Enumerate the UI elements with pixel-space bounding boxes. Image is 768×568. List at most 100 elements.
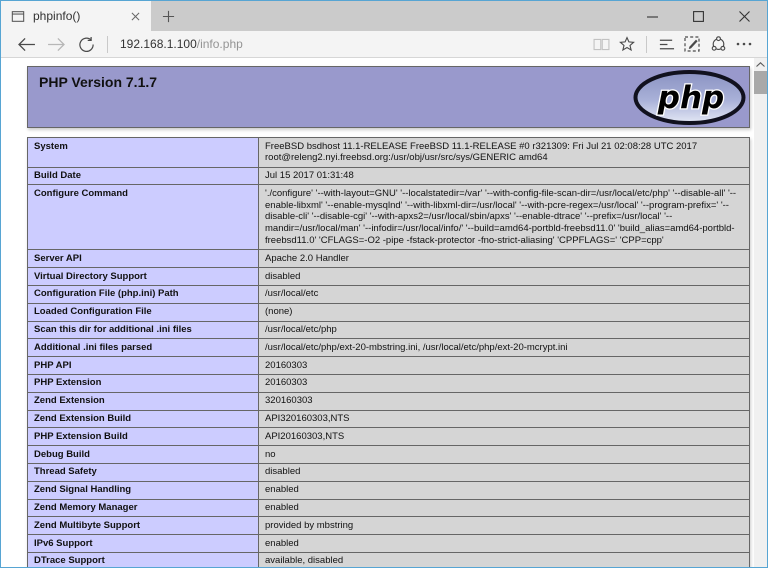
row-value: FreeBSD bsdhost 11.1-RELEASE FreeBSD 11.… [258, 137, 750, 168]
row-value: Jul 15 2017 01:31:48 [258, 166, 750, 186]
row-value: enabled [258, 498, 750, 518]
row-label: Zend Extension [27, 391, 259, 411]
table-row: DTrace Support available, disabled [27, 551, 750, 567]
table-row: Server API Apache 2.0 Handler [27, 249, 750, 269]
row-value: API20160303,NTS [258, 427, 750, 447]
table-row: Zend Signal Handling enabled [27, 480, 750, 500]
share-icon[interactable] [705, 31, 731, 57]
tab-close-icon[interactable] [127, 8, 143, 24]
page-content: PHP Version 7.1.7 php System FreeBSD bsd… [1, 58, 767, 567]
row-value: enabled [258, 534, 750, 553]
more-options-icon[interactable] [731, 31, 757, 57]
url-path: /info.php [196, 37, 243, 51]
row-label: IPv6 Support [27, 534, 259, 553]
row-value: disabled [258, 267, 750, 286]
phpinfo-table-body: System FreeBSD bsdhost 11.1-RELEASE FreeB… [27, 137, 750, 567]
maximize-button[interactable] [675, 1, 721, 31]
row-label: Configure Command [27, 184, 259, 251]
row-label: Zend Extension Build [27, 409, 259, 429]
scrollbar-thumb[interactable] [754, 71, 767, 94]
url-host: 192.168.1.100 [120, 37, 197, 51]
toolbar-separator [107, 35, 108, 53]
tab-title: phpinfo() [33, 9, 81, 23]
favorites-star-icon[interactable] [614, 31, 640, 57]
row-label: Server API [27, 249, 259, 269]
row-value: API320160303,NTS [258, 409, 750, 429]
row-label: Thread Safety [27, 462, 259, 482]
row-label: Scan this dir for additional .ini files [27, 320, 259, 340]
row-value: 20160303 [258, 373, 750, 393]
phpinfo-table: System FreeBSD bsdhost 11.1-RELEASE FreeB… [27, 137, 750, 567]
reading-view-icon[interactable] [588, 31, 614, 57]
row-label: PHP Extension Build [27, 427, 259, 447]
table-row: PHP Extension Build API20160303,NTS [27, 427, 750, 447]
row-label: Additional .ini files parsed [27, 338, 259, 358]
table-row: Zend Extension 320160303 [27, 391, 750, 411]
row-value: /usr/local/etc/php [258, 320, 750, 340]
table-row: Thread Safety disabled [27, 462, 750, 482]
table-row: Virtual Directory Support disabled [27, 267, 750, 286]
table-row: Zend Extension Build API320160303,NTS [27, 409, 750, 429]
row-label: Zend Multibyte Support [27, 516, 259, 536]
row-label: Zend Memory Manager [27, 498, 259, 518]
table-row: Configure Command './configure' '--with-l… [27, 184, 750, 251]
table-row: Loaded Configuration File (none) [27, 302, 750, 322]
phpinfo-header: PHP Version 7.1.7 php [27, 66, 750, 128]
phpinfo-page: PHP Version 7.1.7 php System FreeBSD bsd… [27, 66, 750, 567]
forward-button[interactable] [41, 31, 71, 57]
table-row: Zend Multibyte Support provided by mbstri… [27, 516, 750, 536]
row-value: disabled [258, 462, 750, 482]
row-value: Apache 2.0 Handler [258, 249, 750, 269]
close-window-button[interactable] [721, 1, 767, 31]
page-favicon-icon [11, 10, 25, 23]
browser-tab[interactable]: phpinfo() [1, 1, 151, 31]
minimize-button[interactable] [629, 1, 675, 31]
table-row: Build Date Jul 15 2017 01:31:48 [27, 166, 750, 186]
web-note-icon[interactable] [679, 31, 705, 57]
table-row: Zend Memory Manager enabled [27, 498, 750, 518]
row-label: System [27, 137, 259, 168]
hub-icon[interactable] [653, 31, 679, 57]
row-label: PHP API [27, 356, 259, 375]
row-value: available, disabled [258, 551, 750, 567]
row-label: PHP Extension [27, 373, 259, 393]
row-value: provided by mbstring [258, 516, 750, 536]
vertical-scrollbar[interactable] [754, 58, 767, 567]
row-value: /usr/local/etc/php/ext-20-mbstring.ini, … [258, 338, 750, 358]
table-row: PHP API 20160303 [27, 356, 750, 375]
window-controls [629, 1, 767, 31]
refresh-button[interactable] [71, 31, 101, 57]
row-label: DTrace Support [27, 551, 259, 567]
table-row: Configuration File (php.ini) Path/usr/lo… [27, 284, 750, 304]
table-row: System FreeBSD bsdhost 11.1-RELEASE FreeB… [27, 137, 750, 168]
row-value: enabled [258, 480, 750, 500]
row-value: /usr/local/etc [258, 284, 750, 304]
back-button[interactable] [11, 31, 41, 57]
address-bar[interactable]: 192.168.1.100/info.php [114, 37, 588, 51]
table-row: Debug Build no [27, 445, 750, 464]
browser-window: phpinfo() 192.168.1.100 /info.php PHP Ve… [0, 0, 768, 568]
php-logo-text: php [657, 80, 724, 116]
php-logo: php [633, 70, 746, 125]
title-bar: phpinfo() [1, 1, 767, 31]
toolbar-separator [646, 35, 647, 53]
row-value: no [258, 445, 750, 464]
table-row: Scan this dir for additional .ini files /… [27, 320, 750, 340]
row-value: 20160303 [258, 356, 750, 375]
scroll-up-icon[interactable] [754, 58, 767, 70]
row-label: Virtual Directory Support [27, 267, 259, 286]
row-label: Build Date [27, 166, 259, 186]
navigation-toolbar: 192.168.1.100/info.php [1, 31, 767, 58]
table-row: IPv6 Support enabled [27, 534, 750, 553]
table-row: Additional .ini files parsed/usr/local/e… [27, 338, 750, 358]
row-label: Zend Signal Handling [27, 480, 259, 500]
titlebar-drag-area [185, 1, 629, 31]
row-value: 320160303 [258, 391, 750, 411]
table-row: PHP Extension 20160303 [27, 373, 750, 393]
new-tab-button[interactable] [151, 1, 185, 31]
row-value: (none) [258, 302, 750, 322]
row-value: './configure' '--with-layout=GNU' '--loc… [258, 184, 750, 251]
row-label: Debug Build [27, 445, 259, 464]
row-label: Configuration File (php.ini) Path [27, 284, 259, 304]
row-label: Loaded Configuration File [27, 302, 259, 322]
